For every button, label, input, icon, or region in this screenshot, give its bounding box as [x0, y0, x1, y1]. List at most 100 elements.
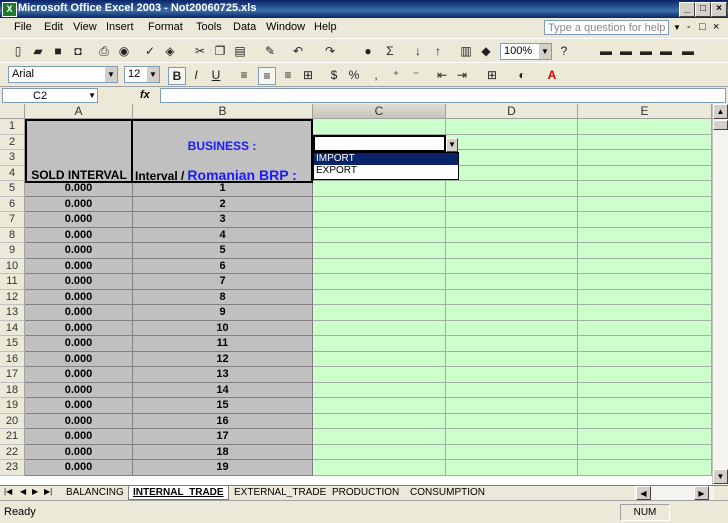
row-header[interactable]: 4 [0, 165, 25, 181]
autosum-icon[interactable]: Σ [382, 43, 398, 59]
data-cell[interactable] [446, 134, 578, 150]
data-cell[interactable] [578, 413, 712, 429]
data-cell[interactable] [578, 336, 712, 352]
borders-icon[interactable]: ⊞ [484, 67, 500, 83]
select-all-corner[interactable] [0, 104, 25, 119]
row-header[interactable]: 16 [0, 351, 25, 367]
data-cell[interactable] [578, 196, 712, 212]
data-cell[interactable] [313, 336, 446, 352]
next-sheet-icon[interactable]: ▶ [32, 487, 38, 496]
data-cell[interactable] [578, 460, 712, 476]
bold-button[interactable]: B [168, 67, 186, 85]
decrease-indent-icon[interactable]: ⇤ [434, 67, 450, 83]
data-cell[interactable] [578, 119, 712, 135]
worksheet-grid[interactable]: A B C D E 1 2 3 4 5 6 7 8 9 10 11 12 13 14 15 16 17 18 19 2… [0, 104, 712, 485]
cut-icon[interactable]: ✂ [192, 43, 208, 59]
scroll-right-icon[interactable]: ▶ [694, 486, 709, 500]
data-cell[interactable] [313, 258, 446, 274]
name-box[interactable]: C2 ▼ [2, 88, 98, 103]
sold-interval-cell[interactable]: 0.000 [25, 289, 133, 305]
menu-window[interactable]: Window [266, 21, 305, 33]
sort-descending-icon[interactable]: ↑ [430, 43, 446, 59]
sort-ascending-icon[interactable]: ↓ [410, 43, 426, 59]
sold-interval-cell[interactable]: 0.000 [25, 351, 133, 367]
sold-interval-cell[interactable]: 0.000 [25, 227, 133, 243]
data-cell[interactable] [313, 429, 446, 445]
data-cell[interactable] [446, 196, 578, 212]
comma-icon[interactable]: , [368, 67, 384, 83]
interval-cell[interactable]: 15 [133, 398, 313, 414]
sold-interval-cell[interactable]: 0.000 [25, 196, 133, 212]
data-cell[interactable] [578, 398, 712, 414]
interval-cell[interactable]: 9 [133, 305, 313, 321]
data-cell[interactable] [446, 305, 578, 321]
data-cell[interactable] [446, 119, 578, 135]
interval-cell[interactable]: 7 [133, 274, 313, 290]
sold-interval-cell[interactable]: 0.000 [25, 181, 133, 197]
hyperlink-icon[interactable]: ● [360, 43, 376, 59]
sheet-tab-external-trade[interactable]: EXTERNAL_TRADE [230, 486, 330, 500]
sold-interval-cell[interactable]: 0.000 [25, 243, 133, 259]
scroll-up-icon[interactable]: ▲ [713, 104, 728, 119]
new-document-icon[interactable]: ▯ [10, 43, 26, 59]
doc-restore-button[interactable]: □ [699, 21, 706, 33]
first-sheet-icon[interactable]: |◀ [4, 487, 12, 496]
sheet-tab-production[interactable]: PRODUCTION [328, 486, 403, 500]
doc-minimize-button[interactable]: - [687, 21, 691, 33]
vertical-scrollbar[interactable]: ▲ ▼ [712, 104, 728, 485]
column-header-d[interactable]: D [446, 104, 578, 119]
data-cell[interactable] [578, 351, 712, 367]
help-search-input[interactable]: Type a question for help [544, 20, 669, 35]
sheet-tab-consumption[interactable]: CONSUMPTION [406, 486, 489, 500]
print-icon[interactable]: ⎙ [96, 43, 112, 59]
data-cell[interactable] [578, 320, 712, 336]
insert-function-icon[interactable]: fx [140, 89, 150, 101]
data-cell[interactable] [578, 165, 712, 181]
interval-cell[interactable]: 5 [133, 243, 313, 259]
menu-help[interactable]: Help [314, 21, 337, 33]
row-header[interactable]: 15 [0, 336, 25, 352]
dropdown-option-import[interactable]: IMPORT [314, 153, 458, 165]
help-dropdown-icon[interactable]: ▼ [673, 23, 681, 32]
sold-interval-cell[interactable]: 0.000 [25, 274, 133, 290]
interval-cell[interactable]: 4 [133, 227, 313, 243]
sold-interval-cell[interactable]: 0.000 [25, 367, 133, 383]
scroll-thumb[interactable] [713, 120, 728, 130]
row-header[interactable]: 11 [0, 274, 25, 290]
row-header[interactable]: 19 [0, 398, 25, 414]
excel-app-icon[interactable]: X [2, 2, 17, 17]
data-cell[interactable] [313, 243, 446, 259]
doc-close-button[interactable]: × [713, 21, 719, 33]
data-cell[interactable] [578, 227, 712, 243]
interval-cell[interactable]: 8 [133, 289, 313, 305]
interval-cell[interactable]: 2 [133, 196, 313, 212]
column-header-a[interactable]: A [25, 104, 133, 119]
interval-cell[interactable]: 3 [133, 212, 313, 228]
row-header[interactable]: 8 [0, 227, 25, 243]
data-cell[interactable] [313, 227, 446, 243]
help-icon[interactable]: ? [556, 43, 572, 59]
interval-cell[interactable]: 14 [133, 382, 313, 398]
close-button[interactable]: × [711, 2, 727, 17]
data-cell[interactable] [313, 119, 446, 135]
data-cell[interactable] [313, 181, 446, 197]
data-cell[interactable] [446, 444, 578, 460]
review-icon-2[interactable]: ▬ [618, 43, 634, 59]
data-cell[interactable] [446, 258, 578, 274]
data-cell[interactable] [313, 305, 446, 321]
data-cell[interactable] [313, 460, 446, 476]
row-header[interactable]: 3 [0, 150, 25, 166]
data-cell[interactable] [446, 336, 578, 352]
row-header[interactable]: 17 [0, 367, 25, 383]
underline-button[interactable]: U [208, 67, 224, 83]
data-cell[interactable] [313, 398, 446, 414]
interval-cell[interactable]: 18 [133, 444, 313, 460]
data-cell[interactable] [313, 212, 446, 228]
row-header[interactable]: 20 [0, 413, 25, 429]
active-cell-c2[interactable] [313, 135, 446, 152]
sold-interval-cell[interactable]: 0.000 [25, 460, 133, 476]
last-sheet-icon[interactable]: ▶| [44, 487, 52, 496]
data-cell[interactable] [578, 289, 712, 305]
data-cell[interactable] [446, 351, 578, 367]
sold-interval-cell[interactable]: 0.000 [25, 212, 133, 228]
